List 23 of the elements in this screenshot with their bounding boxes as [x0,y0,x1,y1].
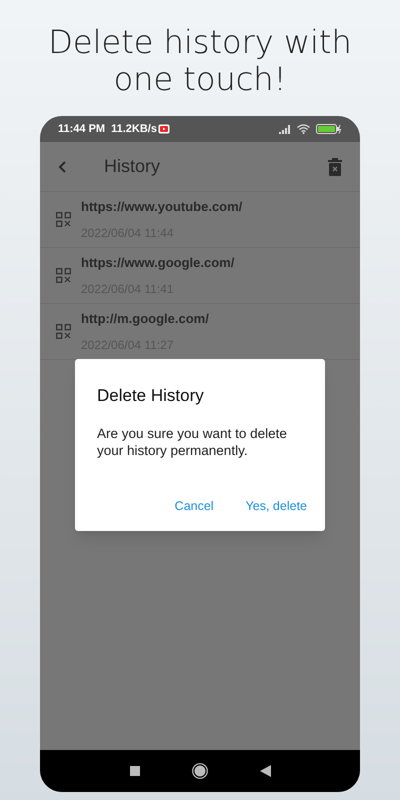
video-app-icon [158,124,170,134]
home-button[interactable] [192,763,208,779]
recents-button[interactable] [130,766,140,776]
wifi-icon [297,124,310,134]
back-icon[interactable] [58,160,68,174]
qr-code-icon [56,324,71,339]
signal-icon [279,124,291,134]
history-url: https://www.google.com/ [81,254,234,272]
trash-icon[interactable] [328,158,342,176]
qr-code-icon [56,212,71,227]
qr-code-icon [56,268,71,283]
dialog-button[interactable]: Cancel [170,495,218,518]
battery-icon [316,124,342,134]
history-url: http://m.google.com/ [81,310,209,328]
network-speed: 11.2KB/s [111,122,157,137]
dialog-button[interactable]: Yes, delete [242,495,311,518]
screen-title: History [104,155,162,178]
back-button[interactable] [260,765,270,777]
dialog-message: Are you sure you want to delete your history permanently. [97,424,288,458]
headline: Delete history with one touch! [47,24,353,98]
history-url: https://www.youtube.com/ [81,198,242,216]
status-time: 11:44 PM [58,122,106,137]
dialog-title: Delete History [97,385,205,407]
